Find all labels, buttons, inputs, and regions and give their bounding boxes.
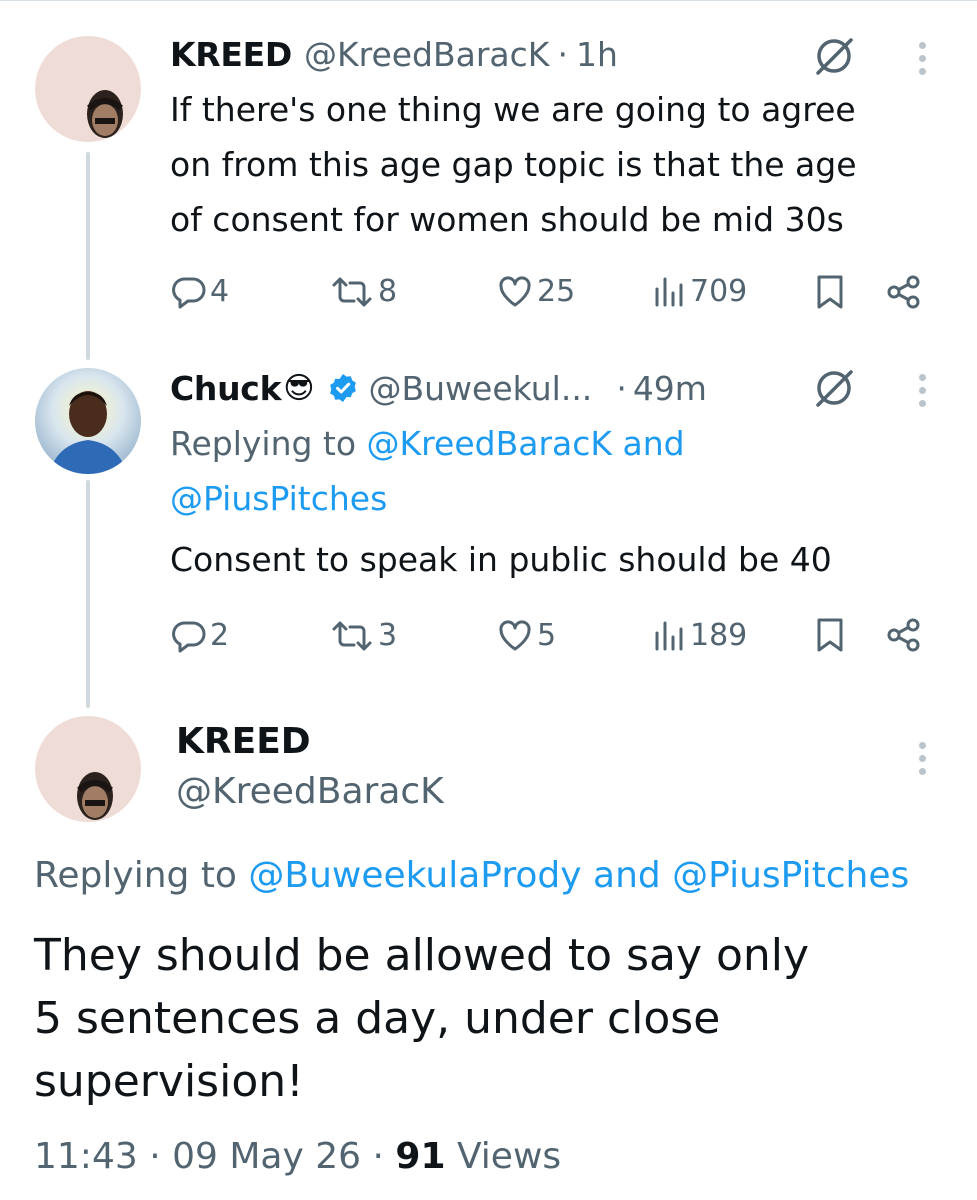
thread-connector-2 (86, 480, 90, 708)
tweet3-text-line-3: supervision! (34, 1056, 304, 1107)
repost-count: 8 (378, 274, 398, 309)
avatar-kreed[interactable] (35, 716, 141, 822)
tweet1-text: If there's one thing we are going to agr… (170, 82, 857, 247)
like-count: 25 (537, 274, 576, 309)
share-icon (887, 618, 920, 652)
separator-dot: · (372, 1136, 384, 1177)
repost-button[interactable]: 8 (330, 274, 397, 309)
bookmark-button[interactable] (815, 617, 845, 653)
avatar-kreed[interactable] (35, 36, 141, 142)
replying-prefix: Replying to (170, 424, 357, 463)
tweet-time[interactable]: 11:43 (34, 1136, 138, 1177)
top-divider (0, 0, 977, 1)
reply-button[interactable]: 4 (172, 274, 229, 309)
heart-icon (499, 275, 531, 306)
sunglasses-emoji: 😎 (283, 370, 315, 406)
author-name[interactable]: KREED (176, 720, 444, 764)
repost-arrows-icon (332, 621, 372, 650)
bookmark-icon (817, 275, 843, 309)
tweet1-text-line-3: of consent for women should be mid 30s (170, 200, 844, 239)
separator-dot: · (616, 368, 627, 408)
like-count: 5 (537, 618, 557, 653)
author-handle[interactable]: @KreedBaracK (304, 35, 549, 74)
like-button[interactable]: 5 (497, 618, 556, 653)
timestamp[interactable]: 49m (633, 369, 707, 408)
author-handle[interactable]: @KreedBaracK (176, 764, 444, 820)
views-label: Views (456, 1136, 562, 1177)
reply-bubble-icon (172, 620, 206, 652)
author-name[interactable]: Chuck (170, 369, 282, 408)
timestamp[interactable]: 1h (576, 35, 618, 74)
tweet1-header: KREED @KreedBaracK · 1h (170, 34, 618, 74)
replying-to: Replying to @BuweekulaPrody and @PiusPit… (34, 846, 909, 906)
more-vertical-icon[interactable] (917, 742, 927, 781)
repost-arrows-icon (332, 277, 372, 306)
tweet2-text: Consent to speak in public should be 40 (170, 540, 832, 579)
repost-count: 3 (378, 618, 398, 653)
replying-link[interactable]: @BuweekulaPrody and @PiusPitches (248, 855, 909, 896)
views-bar-chart-icon (655, 277, 683, 306)
tweet3-text-line-1: They should be allowed to say only (34, 930, 810, 981)
views-count: 91 (395, 1136, 446, 1177)
views-button[interactable]: 709 (652, 274, 747, 309)
views-count: 709 (690, 274, 748, 309)
views-button[interactable]: 189 (652, 618, 747, 653)
verified-badge-icon (327, 372, 359, 404)
replying-link-2[interactable]: @PiusPitches (170, 479, 387, 518)
tweet1-text-line-2: on from this age gap topic is that the a… (170, 145, 857, 184)
replying-link-1[interactable]: @KreedBaracK and (367, 424, 685, 463)
more-vertical-icon[interactable] (917, 42, 927, 81)
share-button[interactable] (886, 617, 922, 653)
tweet3-meta: 11:43 · 09 May 26 · 91 Views (34, 1136, 561, 1177)
repost-button[interactable]: 3 (330, 618, 397, 653)
tweet3-author[interactable]: KREED @KreedBaracK (176, 720, 444, 820)
bookmark-icon (817, 618, 843, 652)
author-name[interactable]: KREED (170, 35, 292, 74)
thread-connector-1 (86, 152, 90, 360)
tweet1-text-line-1: If there's one thing we are going to agr… (170, 90, 856, 129)
reply-bubble-icon (172, 276, 206, 308)
replying-to: Replying to @KreedBaracK and @PiusPitche… (170, 416, 685, 526)
separator-dot: · (149, 1136, 161, 1177)
tweet2-header: Chuck 😎 @Buweekul... · 49m (170, 368, 707, 408)
heart-icon (499, 619, 531, 650)
avatar-chuck[interactable] (35, 368, 141, 474)
tweet-date[interactable]: 09 May 26 (172, 1136, 361, 1177)
bookmark-button[interactable] (815, 274, 845, 310)
share-icon (887, 275, 920, 309)
tweet3-text: They should be allowed to say only 5 sen… (34, 924, 809, 1113)
like-button[interactable]: 25 (497, 274, 575, 309)
more-vertical-icon[interactable] (917, 374, 927, 413)
reply-count: 4 (210, 274, 230, 309)
reply-button[interactable]: 2 (172, 618, 229, 653)
share-button[interactable] (886, 274, 922, 310)
replying-prefix: Replying to (34, 855, 237, 896)
separator-dot: · (557, 34, 568, 74)
grok-icon[interactable] (812, 366, 856, 410)
reply-count: 2 (210, 618, 230, 653)
views-count: 189 (690, 618, 748, 653)
tweet3-text-line-2: 5 sentences a day, under close (34, 993, 721, 1044)
views-bar-chart-icon (655, 621, 683, 650)
author-handle[interactable]: @Buweekul... (369, 369, 593, 408)
grok-icon[interactable] (812, 34, 856, 78)
